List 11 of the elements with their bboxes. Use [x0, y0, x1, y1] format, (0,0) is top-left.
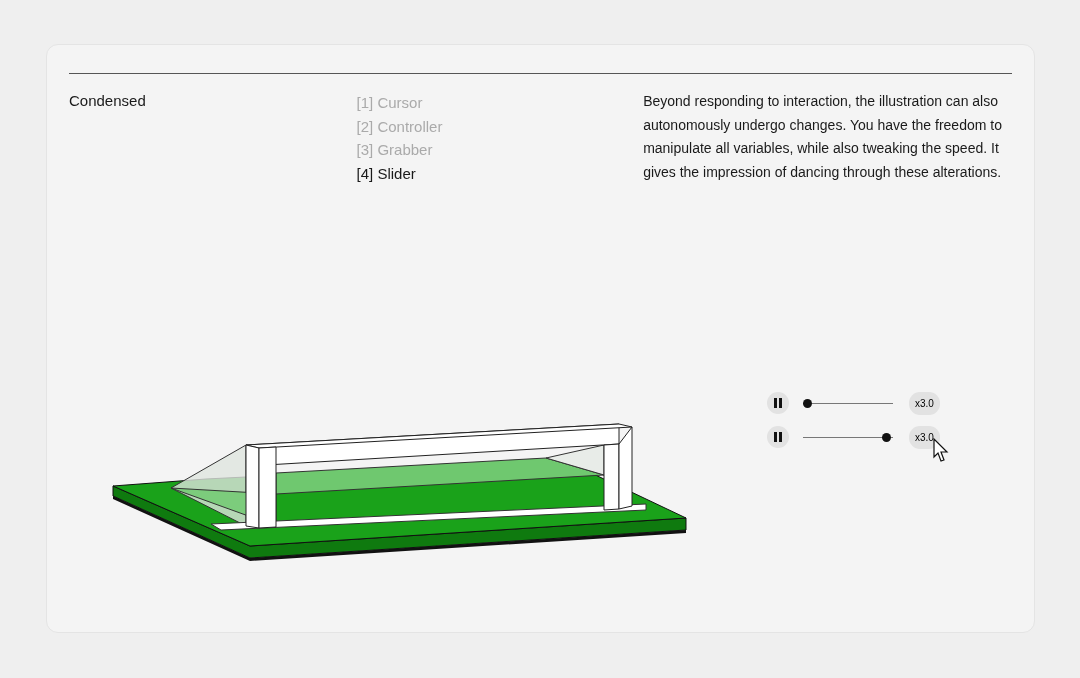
slider-thumb[interactable]	[881, 432, 891, 442]
pause-icon	[774, 432, 782, 442]
pause-icon	[774, 398, 782, 408]
description-paragraph: Beyond responding to interaction, the illustration can also autonomously undergo changes. You have the freedom to manipulate all variables, while also tweaking the speed. It gives the impression of dancing through these alterations.	[643, 92, 1003, 182]
pause-button[interactable]	[767, 426, 789, 448]
pointer-cursor-icon	[933, 437, 950, 463]
pause-button[interactable]	[767, 392, 789, 414]
speed-button[interactable]: x3.0	[909, 391, 940, 415]
section-title: Condensed	[69, 91, 147, 111]
slider-thumb[interactable]	[803, 398, 812, 408]
mode-item[interactable]: [4] Slider	[356, 161, 644, 186]
